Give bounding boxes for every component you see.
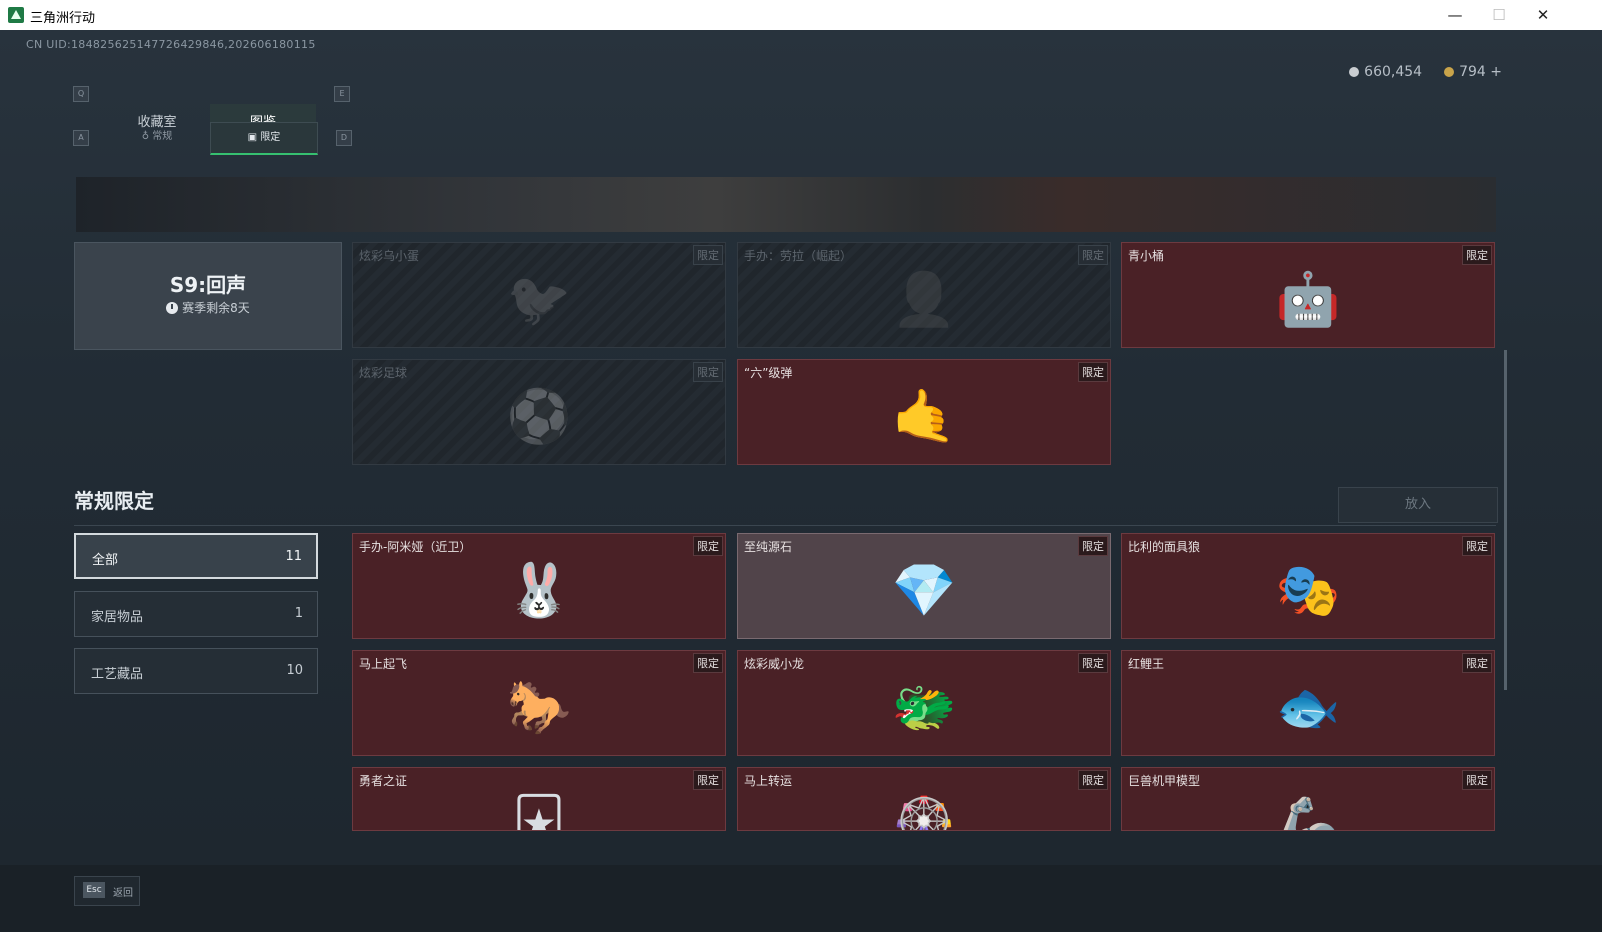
limited-badge: 限定: [1078, 536, 1108, 556]
limited-badge: 限定: [1462, 653, 1492, 673]
robot-figure-icon: 🤖: [1275, 270, 1341, 330]
key-hint-q: Q: [73, 86, 89, 102]
put-in-button[interactable]: 放入: [1338, 487, 1498, 523]
limited-badge: 限定: [693, 362, 723, 382]
limited-badge: 限定: [1078, 653, 1108, 673]
limited-badge: 限定: [693, 245, 723, 265]
bullet-hand-icon: 🤙: [891, 387, 957, 447]
filter-all[interactable]: 全部 11: [74, 533, 318, 579]
figure-icon: 👤: [891, 270, 957, 330]
limited-badge: 限定: [1078, 770, 1108, 790]
collection-card[interactable]: 红鲤王 限定 🐟: [1121, 650, 1495, 756]
collection-card[interactable]: 炫彩乌小蛋 限定 🐦: [352, 242, 726, 348]
window-titlebar: 三角洲行动 — ☐ ✕: [0, 0, 1602, 30]
back-button[interactable]: Esc 返回: [74, 876, 140, 906]
currency-bar: 660,454 794 +: [1349, 64, 1502, 80]
subtab-regular[interactable]: ♁ 常规: [104, 122, 210, 152]
badge-card-icon: 🃏: [512, 795, 566, 831]
collection-card[interactable]: 炫彩威小龙 限定 🐲: [737, 650, 1111, 756]
limited-badge: 限定: [693, 770, 723, 790]
bunny-figure-icon: 🐰: [506, 561, 572, 621]
football-icon: ⚽: [506, 387, 572, 447]
esc-key-hint: Esc: [83, 882, 105, 898]
limited-badge: 限定: [1462, 536, 1492, 556]
window-title: 三角洲行动: [30, 11, 96, 26]
crystal-icon: 💎: [891, 561, 957, 621]
scrollbar[interactable]: [1504, 350, 1507, 690]
collection-card[interactable]: 比利的面具狼 限定 🎭: [1121, 533, 1495, 639]
section-divider: [74, 525, 1496, 526]
filter-home-items[interactable]: 家居物品 1: [74, 591, 318, 637]
rocking-horse-icon: 🐎: [506, 678, 572, 738]
section-title: 常规限定: [74, 489, 154, 513]
collection-card[interactable]: 手办-阿米娅（近卫） 限定 🐰: [352, 533, 726, 639]
player-uid: CN UID:18482562514772642984​6,2026061801…: [26, 38, 316, 51]
limited-badge: 限定: [1462, 770, 1492, 790]
collection-card[interactable]: 青小桶 限定 🤖: [1121, 242, 1495, 348]
collection-card[interactable]: 巨兽机甲模型 限定 🦾: [1121, 767, 1495, 831]
clock-icon: [166, 302, 179, 314]
add-currency-button[interactable]: +: [1490, 64, 1502, 80]
collection-card[interactable]: 马上起飞 限定 🐎: [352, 650, 726, 756]
spinning-wheel-icon: 🎡: [891, 795, 957, 831]
limited-badge: 限定: [1078, 362, 1108, 382]
season-remaining: 赛季剩余8天: [75, 299, 341, 316]
season-banner-image: [76, 177, 1496, 232]
collection-card[interactable]: 手办：劳拉（崛起） 限定 👤: [737, 242, 1111, 348]
minimize-button[interactable]: —: [1432, 0, 1478, 30]
silver-currency: 660,454: [1349, 64, 1422, 80]
limited-badge: 限定: [693, 536, 723, 556]
carp-icon: 🐟: [1275, 678, 1341, 738]
dragon-figure-icon: 🐲: [891, 678, 957, 738]
app-icon: [8, 7, 24, 23]
filter-craft-collectibles[interactable]: 工艺藏品 10: [74, 648, 318, 694]
collection-card[interactable]: 炫彩足球 限定 ⚽: [352, 359, 726, 465]
silver-coin-icon: [1349, 67, 1360, 77]
collection-card[interactable]: 勇者之证 限定 🃏: [352, 767, 726, 831]
bottom-bar: Esc 返回: [0, 865, 1602, 932]
season-info-panel: S9:回声 赛季剩余8天: [74, 242, 342, 350]
key-hint-e: E: [334, 86, 350, 102]
bird-egg-icon: 🐦: [506, 270, 572, 330]
limited-badge: 限定: [1462, 245, 1492, 265]
limited-badge: 限定: [693, 653, 723, 673]
collection-card[interactable]: 马上转运 限定 🎡: [737, 767, 1111, 831]
gold-coin-icon: [1444, 67, 1455, 77]
key-hint-a: A: [73, 130, 89, 146]
close-button[interactable]: ✕: [1520, 0, 1566, 30]
gold-currency[interactable]: 794 +: [1444, 64, 1502, 80]
collection-card[interactable]: “六”级弹 限定 🤙: [737, 359, 1111, 465]
key-hint-d: D: [336, 130, 352, 146]
maximize-button[interactable]: ☐: [1476, 0, 1522, 30]
mask-puppet-icon: 🎭: [1275, 561, 1341, 621]
limited-badge: 限定: [1078, 245, 1108, 265]
season-name: S9:回声: [169, 273, 247, 297]
app-content: CN UID:18482562514772642984​6,2026061801…: [0, 30, 1602, 932]
subtab-limited[interactable]: ▣ 限定: [210, 122, 318, 155]
mech-model-icon: 🦾: [1275, 795, 1341, 831]
collection-card[interactable]: 至纯源石 限定 💎: [737, 533, 1111, 639]
